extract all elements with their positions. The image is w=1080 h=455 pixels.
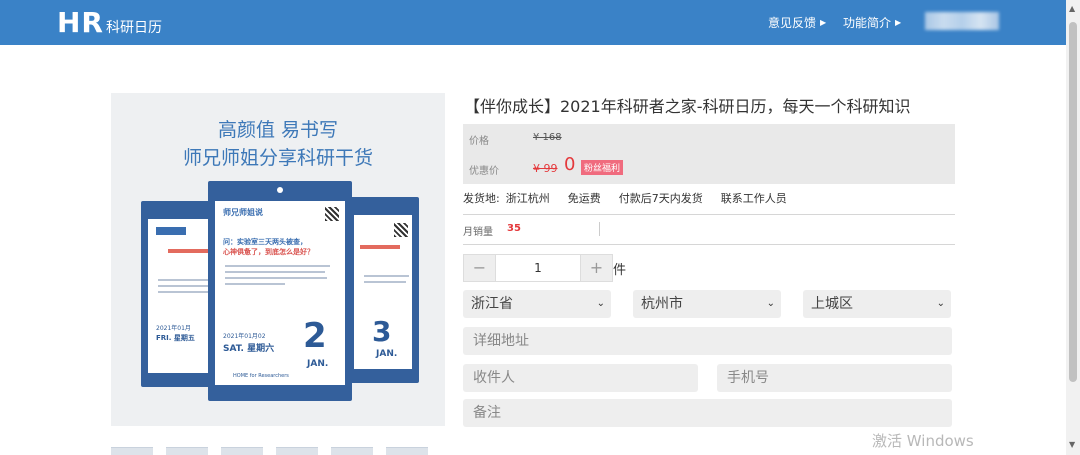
hanging-hole xyxy=(277,187,283,193)
original-price: ¥ 168 xyxy=(533,132,562,143)
nav-features[interactable]: 功能简介 ▶ xyxy=(843,14,901,31)
quantity-unit: 件 xyxy=(613,263,627,278)
calendar-card-center: 师兄师姐说 问：实验室三天两头被查， 心神俱惫了，到底怎么是好？ 2021年01… xyxy=(208,181,352,401)
card-date: 2021年01月02 xyxy=(223,333,266,340)
divider xyxy=(599,222,600,236)
shipping-origin: 浙江杭州 xyxy=(505,192,550,205)
card-text-line xyxy=(225,283,285,285)
card-text-line xyxy=(158,291,210,293)
card-question-line-2: 心神俱惫了，到底怎么是好？ xyxy=(223,248,314,256)
qr-code-icon xyxy=(325,207,339,221)
windows-activation-watermark: 激活 Windows xyxy=(872,432,974,450)
contact-staff-link[interactable]: 联系工作人员 xyxy=(721,190,787,206)
qr-code-icon xyxy=(394,223,408,237)
thumbnail[interactable] xyxy=(221,447,263,455)
district-select[interactable]: 上城区 ⌄ xyxy=(803,290,951,318)
note-field[interactable]: 备注 xyxy=(463,399,952,427)
sale-price-label: 优惠价 xyxy=(469,166,499,177)
recipient-field[interactable]: 收件人 xyxy=(463,364,698,392)
address-field[interactable]: 详细地址 xyxy=(463,327,952,355)
shipping-label: 发货地: xyxy=(463,192,500,205)
card-weekday: FRI. 星期五 xyxy=(156,334,195,342)
card-footer: HOME for Researchers xyxy=(233,373,289,379)
user-account-blurred[interactable] xyxy=(925,12,999,30)
thumbnail[interactable] xyxy=(166,447,208,455)
nav-features-label: 功能简介 xyxy=(843,16,892,30)
sales-label: 月销量 xyxy=(463,227,493,238)
card-highlight xyxy=(360,245,400,249)
card-text-line xyxy=(364,281,406,283)
scroll-up-icon[interactable]: ▲ xyxy=(1069,4,1075,13)
card-day-number: 2 xyxy=(303,316,327,356)
nav-feedback[interactable]: 意见反馈 ▶ xyxy=(768,14,826,31)
caret-right-icon: ▶ xyxy=(895,18,902,27)
card-date: 2021年01月 xyxy=(156,325,191,332)
promo-line-2: 师兄师姐分享科研干货 xyxy=(182,147,373,169)
shipping-info: 发货地: 浙江杭州 免运费 付款后7天内发货 联系工作人员 xyxy=(463,190,787,206)
card-highlight xyxy=(168,249,208,253)
card-weekday: SAT. 星期六 xyxy=(223,344,275,354)
shipping-timing: 付款后7天内发货 xyxy=(618,192,703,205)
nav-feedback-label: 意见反馈 xyxy=(768,16,817,30)
scroll-thumb[interactable] xyxy=(1069,22,1077,382)
sale-new-price: 0 xyxy=(564,154,576,175)
thumbnail[interactable] xyxy=(331,447,373,455)
card-text-line xyxy=(225,277,327,279)
card-page: 2021年01月 FRI. 星期五 xyxy=(148,219,214,373)
card-header-bar xyxy=(156,227,186,235)
site-logo[interactable]: HR 科研日历 xyxy=(57,6,162,39)
thumbnail[interactable] xyxy=(276,447,318,455)
city-value: 杭州市 xyxy=(641,296,683,312)
logo-hr-text: HR xyxy=(57,6,104,39)
divider xyxy=(463,214,955,215)
caret-right-icon: ▶ xyxy=(820,18,827,27)
card-text-line xyxy=(158,279,213,281)
decrement-button[interactable]: − xyxy=(463,254,496,282)
divider xyxy=(463,244,955,245)
thumbnail-strip xyxy=(111,447,428,455)
card-text-line xyxy=(158,285,208,287)
card-page: 3 JAN. xyxy=(354,215,412,369)
shipping-free: 免运费 xyxy=(567,192,601,205)
quantity-input[interactable]: 1 xyxy=(496,254,580,282)
chevron-down-icon: ⌄ xyxy=(766,298,775,309)
card-column-header: 师兄师姐说 xyxy=(223,208,263,217)
chevron-down-icon: ⌄ xyxy=(936,298,945,309)
chevron-down-icon: ⌄ xyxy=(596,298,605,309)
fan-benefit-badge: 粉丝福利 xyxy=(581,160,624,175)
card-page: 师兄师姐说 问：实验室三天两头被查， 心神俱惫了，到底怎么是好？ 2021年01… xyxy=(215,201,345,385)
card-month: JAN. xyxy=(376,349,398,359)
district-value: 上城区 xyxy=(811,296,853,312)
card-question-line-1: 问：实验室三天两头被查， xyxy=(223,238,307,246)
sales-count: 35 xyxy=(507,223,521,234)
price-label: 价格 xyxy=(469,136,489,147)
product-main-image: 高颜值 易书写 师兄师姐分享科研干货 2021年01月 FRI. 星期五 3 J… xyxy=(111,93,445,426)
top-navbar: HR 科研日历 意见反馈 ▶ 功能简介 ▶ xyxy=(0,0,1066,45)
monthly-sales: 月销量 35 xyxy=(463,223,521,238)
card-text-line xyxy=(225,271,325,273)
scroll-down-icon[interactable]: ▼ xyxy=(1069,440,1075,449)
increment-button[interactable]: + xyxy=(580,254,613,282)
thumbnail[interactable] xyxy=(386,447,428,455)
promo-line-1: 高颜值 易书写 xyxy=(217,119,339,141)
card-text-line xyxy=(364,275,409,277)
product-title: 【伴你成长】2021年科研者之家-科研日历，每天一个科研知识 xyxy=(464,97,911,116)
province-value: 浙江省 xyxy=(471,296,513,312)
calendar-card-right: 3 JAN. xyxy=(347,197,419,383)
sale-old-price: ¥ 99 xyxy=(533,162,558,175)
logo-subtitle: 科研日历 xyxy=(106,20,162,36)
phone-field[interactable]: 手机号 xyxy=(717,364,952,392)
page-scrollbar[interactable]: ▲ ▼ xyxy=(1066,0,1080,455)
price-box: 价格 ¥ 168 优惠价 ¥ 99 0 粉丝福利 xyxy=(463,124,955,184)
city-select[interactable]: 杭州市 ⌄ xyxy=(633,290,781,318)
card-day-number: 3 xyxy=(372,315,392,348)
card-text-line xyxy=(225,265,330,267)
province-select[interactable]: 浙江省 ⌄ xyxy=(463,290,611,318)
quantity-stepper: − 1 + xyxy=(463,254,613,282)
thumbnail[interactable] xyxy=(111,447,153,455)
card-month: JAN. xyxy=(307,359,329,369)
